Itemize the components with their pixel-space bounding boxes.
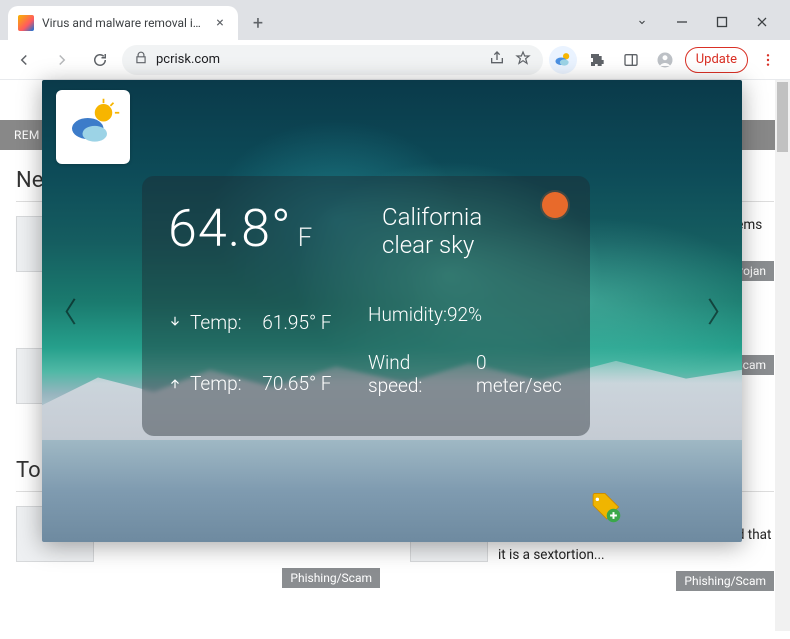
wind-row: Wind speed: 0 meter/sec (368, 352, 564, 414)
cloud-sun-icon (65, 97, 121, 157)
weather-overlay: 〈 〉 64.8° F California clear sky Temp: 6… (42, 80, 742, 542)
window-controls (622, 7, 782, 37)
category-tag: Phishing/Scam (676, 571, 774, 591)
update-button[interactable]: Update (685, 47, 748, 73)
arrow-down-icon (168, 311, 182, 334)
category-tag: Phishing/Scam (282, 568, 380, 588)
close-tab-icon[interactable]: × (212, 15, 228, 31)
low-temp-row: Temp: 61.95° F (168, 303, 368, 342)
weather-card: 64.8° F California clear sky Temp: 61.95… (142, 176, 590, 436)
price-tag-icon[interactable] (588, 490, 622, 528)
address-bar[interactable]: pcrisk.com (122, 45, 543, 75)
profile-icon[interactable] (651, 46, 679, 74)
temperature-main: 64.8° F (168, 198, 368, 291)
bookmark-icon[interactable] (515, 50, 531, 70)
minimize-button[interactable] (662, 7, 702, 37)
weather-extension-icon[interactable] (549, 46, 577, 74)
high-temp-row: Temp: 70.65° F (168, 352, 368, 414)
weather-app-icon[interactable] (56, 90, 130, 164)
prev-slide-button[interactable]: 〈 (48, 291, 78, 331)
sidepanel-icon[interactable] (617, 46, 645, 74)
new-tab-button[interactable]: + (244, 9, 272, 37)
extensions-icon[interactable] (583, 46, 611, 74)
dropdown-caret-icon[interactable] (622, 7, 662, 37)
sun-icon (542, 192, 568, 218)
back-button[interactable] (8, 44, 40, 76)
arrow-up-icon (168, 372, 182, 395)
location-condition: California clear sky (382, 204, 564, 291)
url-text: pcrisk.com (156, 52, 220, 67)
maximize-button[interactable] (702, 7, 742, 37)
browser-toolbar: pcrisk.com Update (0, 40, 790, 80)
temperature-unit: F (298, 223, 313, 253)
browser-tab[interactable]: Virus and malware removal instru × (8, 6, 238, 40)
humidity-row: Humidity:92% (368, 303, 564, 342)
tab-favicon (18, 15, 34, 31)
close-window-button[interactable] (742, 7, 782, 37)
background-water (42, 440, 742, 542)
next-slide-button[interactable]: 〉 (706, 291, 736, 331)
condition-text: clear sky (382, 232, 564, 260)
forward-button[interactable] (46, 44, 78, 76)
temperature-value: 64.8° (168, 198, 292, 259)
lock-icon (134, 51, 148, 69)
menu-icon[interactable] (754, 46, 782, 74)
reload-button[interactable] (84, 44, 116, 76)
page-scrollbar[interactable] (775, 80, 790, 631)
tab-title: Virus and malware removal instru (42, 16, 204, 30)
location-name: California (382, 204, 564, 232)
share-icon[interactable] (489, 50, 505, 70)
browser-titlebar: Virus and malware removal instru × + (0, 0, 790, 40)
scrollbar-thumb[interactable] (777, 82, 788, 152)
omnibox-actions (489, 50, 531, 70)
